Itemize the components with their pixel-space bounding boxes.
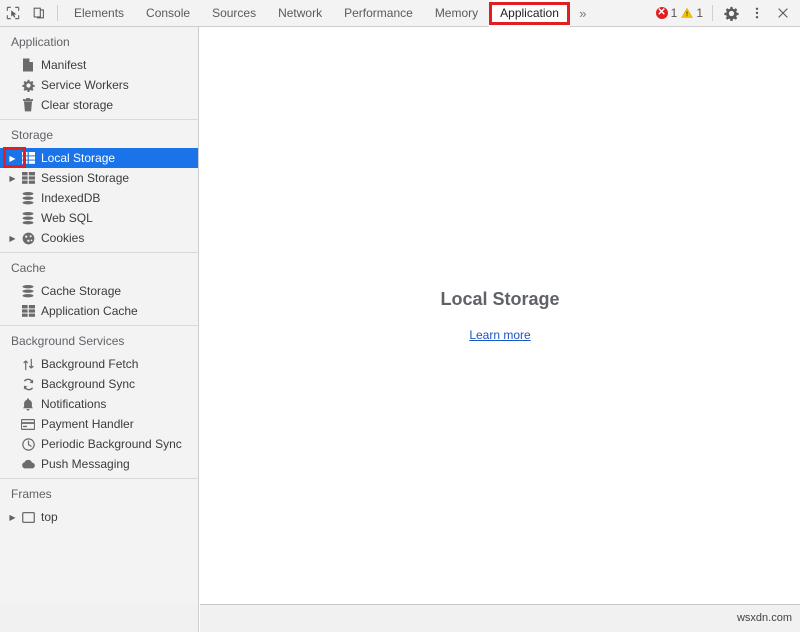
empty-state-view: Local Storage Learn more [200,27,800,604]
expand-arrow-icon[interactable]: ▶ [6,234,19,243]
sidebar-bottom-filler [0,604,199,632]
database-icon [19,192,37,205]
sidebar-item-label: Background Fetch [41,357,138,371]
warning-badge[interactable]: 1 [681,6,703,20]
tab-performance[interactable]: Performance [333,0,424,27]
table-grid-icon [19,305,37,317]
sidebar-item-web-sql[interactable]: Web SQL [0,208,198,228]
section-title-background-services: Background Services [0,326,198,354]
table-grid-icon [19,152,37,164]
sidebar-item-cookies[interactable]: ▶ Cookies [0,228,198,248]
tab-overflow-button[interactable]: » [570,0,596,27]
close-icon[interactable] [770,0,796,26]
database-icon [19,285,37,298]
sidebar-item-label: Cache Storage [41,284,121,298]
section-title-application: Application [0,27,198,55]
error-count: 1 [671,6,678,20]
tab-network[interactable]: Network [267,0,333,27]
database-icon [19,212,37,225]
sidebar-item-label: Application Cache [41,304,138,318]
credit-card-icon [19,419,37,430]
toolbar-divider-right [712,5,713,21]
cookie-icon [19,232,37,245]
tab-memory[interactable]: Memory [424,0,489,27]
sidebar-item-label: Periodic Background Sync [41,437,182,451]
sidebar-item-periodic-background-sync[interactable]: Periodic Background Sync [0,434,198,454]
application-sidebar: Application Manifest Service Workers Cle… [0,27,199,632]
bottom-drawer-strip [200,604,800,632]
sidebar-item-label: Manifest [41,58,86,72]
watermark: wsxdn.com [737,612,792,624]
tab-sources[interactable]: Sources [201,0,267,27]
sidebar-item-label: top [41,510,58,524]
toolbar-right-group: ✕ 1 1 [656,0,800,27]
sidebar-item-background-sync[interactable]: Background Sync [0,374,198,394]
warning-icon [681,7,693,19]
sync-icon [19,378,37,391]
cloud-icon [19,459,37,469]
inspect-cursor-icon[interactable] [0,0,26,26]
sidebar-item-payment-handler[interactable]: Payment Handler [0,414,198,434]
page-title: Local Storage [440,289,559,310]
trash-icon [19,98,37,112]
sidebar-item-label: Clear storage [41,98,113,112]
frame-icon [19,512,37,523]
sidebar-item-service-workers[interactable]: Service Workers [0,75,198,95]
section-title-storage: Storage [0,120,198,148]
sidebar-item-label: Payment Handler [41,417,134,431]
sidebar-item-manifest[interactable]: Manifest [0,55,198,75]
tab-console[interactable]: Console [135,0,201,27]
updown-arrows-icon [19,358,37,371]
sidebar-item-label: Web SQL [41,211,93,225]
table-grid-icon [19,172,37,184]
toolbar-divider [57,5,58,21]
document-icon [19,58,37,72]
sidebar-item-label: Notifications [41,397,106,411]
sidebar-item-label: IndexedDB [41,191,100,205]
sidebar-item-session-storage[interactable]: ▶ Session Storage [0,168,198,188]
main-content-panel: Local Storage Learn more [200,27,800,604]
sidebar-item-push-messaging[interactable]: Push Messaging [0,454,198,474]
section-title-cache: Cache [0,253,198,281]
tab-application[interactable]: Application [489,0,570,27]
sidebar-item-application-cache[interactable]: Application Cache [0,301,198,321]
sidebar-item-cache-storage[interactable]: Cache Storage [0,281,198,301]
bell-icon [19,398,37,411]
kebab-menu-icon[interactable] [744,0,770,26]
sidebar-item-label: Push Messaging [41,457,130,471]
sidebar-item-label: Background Sync [41,377,135,391]
sidebar-item-label: Service Workers [41,78,129,92]
devtools-toolbar: Elements Console Sources Network Perform… [0,0,800,27]
sidebar-item-label: Local Storage [41,151,115,165]
learn-more-link[interactable]: Learn more [469,328,530,342]
sidebar-item-clear-storage[interactable]: Clear storage [0,95,198,115]
sidebar-item-indexeddb[interactable]: IndexedDB [0,188,198,208]
error-icon: ✕ [656,7,668,19]
sidebar-item-notifications[interactable]: Notifications [0,394,198,414]
gear-icon [19,79,37,92]
clock-icon [19,438,37,451]
sidebar-item-background-fetch[interactable]: Background Fetch [0,354,198,374]
section-title-frames: Frames [0,479,198,507]
gear-icon[interactable] [718,0,744,26]
sidebar-item-label: Session Storage [41,171,129,185]
expand-arrow-icon[interactable]: ▶ [6,513,19,522]
expand-arrow-icon[interactable]: ▶ [6,154,19,163]
sidebar-item-local-storage[interactable]: ▶ Local Storage [0,148,198,168]
device-toolbar-icon[interactable] [26,0,52,26]
expand-arrow-icon[interactable]: ▶ [6,174,19,183]
error-badge[interactable]: ✕ 1 [656,6,678,20]
warning-count: 1 [696,6,703,20]
sidebar-item-top-frame[interactable]: ▶ top [0,507,198,527]
tab-elements[interactable]: Elements [63,0,135,27]
sidebar-item-label: Cookies [41,231,84,245]
